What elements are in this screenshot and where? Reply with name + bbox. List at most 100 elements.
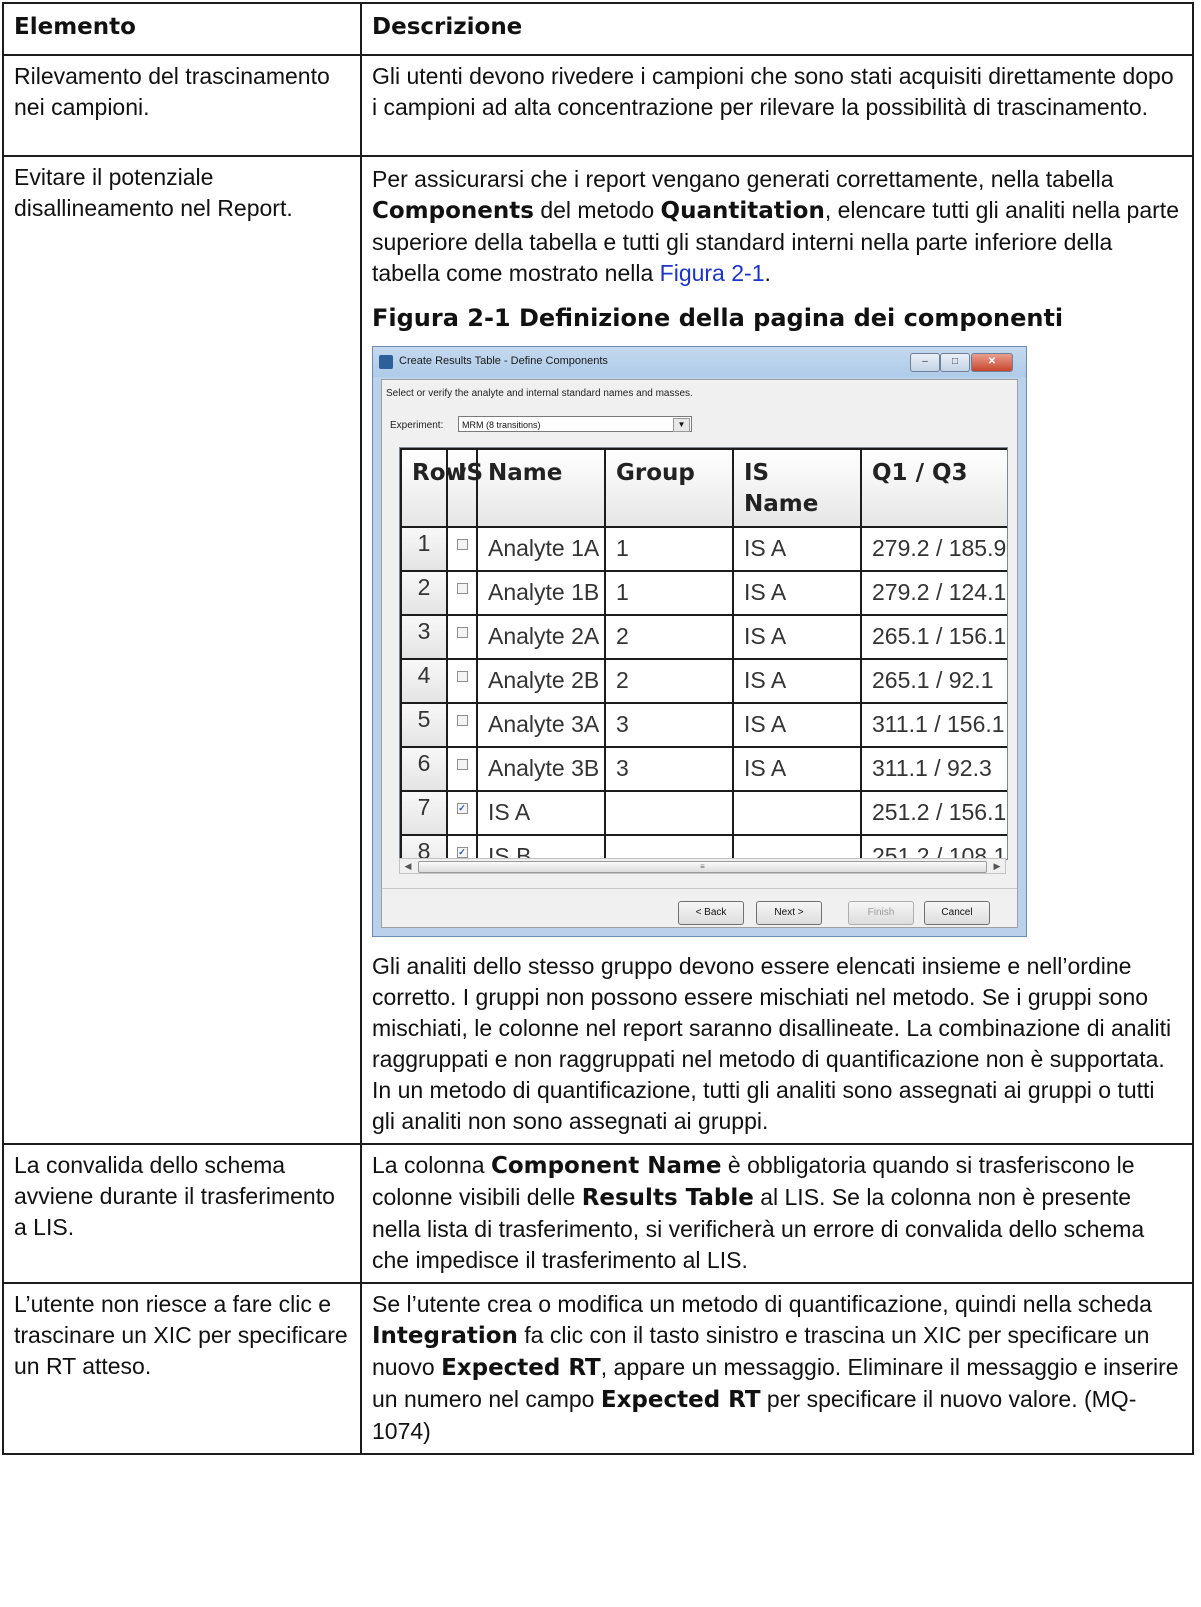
- row-number-cell[interactable]: 2: [400, 570, 448, 616]
- checkbox-checked-icon[interactable]: ✓: [456, 803, 468, 815]
- q-cell[interactable]: 279.2 / 124.1: [860, 570, 1007, 616]
- group-cell[interactable]: [604, 834, 734, 859]
- group-cell[interactable]: 1: [604, 570, 734, 616]
- q-cell[interactable]: 251.2 / 156.1: [860, 790, 1007, 836]
- table-row[interactable]: 1 Analyte 1A 1 IS A 279.2 / 185.9: [400, 526, 1007, 572]
- name-cell[interactable]: IS A: [476, 790, 606, 836]
- figure-link[interactable]: Figura 2-1: [660, 260, 765, 286]
- dialog-title: Create Results Table - Define Components: [399, 355, 608, 367]
- name-cell[interactable]: Analyte 3B: [476, 746, 606, 792]
- checkbox-unchecked-icon[interactable]: [456, 583, 468, 595]
- scroll-left-icon[interactable]: ◀: [402, 860, 414, 872]
- is-checkbox-cell[interactable]: [446, 526, 478, 572]
- row-number-cell[interactable]: 6: [400, 746, 448, 792]
- checkbox-unchecked-icon[interactable]: [456, 627, 468, 639]
- is-name-cell[interactable]: IS A: [732, 526, 862, 572]
- keyword-components: Components: [372, 198, 534, 224]
- is-checkbox-cell[interactable]: ✓: [446, 790, 478, 836]
- q-cell[interactable]: 251.2 / 108.1: [860, 834, 1007, 859]
- maximize-icon[interactable]: □: [940, 353, 970, 372]
- table-row: Rilevamento del trascinamento nei campio…: [2, 54, 1194, 157]
- finish-button[interactable]: Finish: [848, 901, 914, 925]
- col-is-name[interactable]: IS Name: [732, 448, 862, 528]
- col-q1-q3[interactable]: Q1 / Q3: [860, 448, 1007, 528]
- experiment-select[interactable]: MRM (8 transitions) ▼: [458, 416, 692, 432]
- name-cell[interactable]: Analyte 3A: [476, 702, 606, 748]
- q-cell[interactable]: 279.2 / 185.9: [860, 526, 1007, 572]
- col-name[interactable]: Name: [476, 448, 606, 528]
- col-row[interactable]: Row: [400, 448, 467, 528]
- row-number-cell[interactable]: 5: [400, 702, 448, 748]
- is-name-cell[interactable]: IS A: [732, 702, 862, 748]
- table-row[interactable]: 2 Analyte 1B 1 IS A 279.2 / 124.1: [400, 570, 1007, 616]
- name-cell[interactable]: Analyte 2A: [476, 614, 606, 660]
- is-name-cell[interactable]: IS A: [732, 570, 862, 616]
- q-cell[interactable]: 311.1 / 156.1: [860, 702, 1007, 748]
- table-row[interactable]: 3 Analyte 2A 2 IS A 265.1 / 156.1: [400, 614, 1007, 660]
- is-checkbox-cell[interactable]: ✓: [446, 834, 478, 859]
- is-name-cell[interactable]: IS A: [732, 746, 862, 792]
- cell-elemento: Evitare il potenziale disallineamento ne…: [2, 155, 362, 1145]
- checkbox-checked-icon[interactable]: ✓: [456, 847, 468, 859]
- cell-elemento: Rilevamento del trascinamento nei campio…: [2, 54, 362, 157]
- checkbox-unchecked-icon[interactable]: [456, 715, 468, 727]
- row-number-cell[interactable]: 7: [400, 790, 448, 836]
- keyword-component-name: Component Name: [490, 1153, 722, 1179]
- cell-elemento: La convalida dello schema avviene durant…: [2, 1143, 362, 1284]
- checkbox-unchecked-icon[interactable]: [456, 759, 468, 771]
- next-button[interactable]: Next >: [756, 901, 822, 925]
- group-cell[interactable]: 1: [604, 526, 734, 572]
- group-cell[interactable]: [604, 790, 734, 836]
- dialog-body: Select or verify the analyte and interna…: [381, 379, 1018, 928]
- text-run: La colonna: [372, 1152, 491, 1178]
- is-checkbox-cell[interactable]: [446, 746, 478, 792]
- cancel-button[interactable]: Cancel: [924, 901, 990, 925]
- checkbox-unchecked-icon[interactable]: [456, 539, 468, 551]
- horizontal-scrollbar[interactable]: ◀ ≡ ▶: [399, 858, 1006, 874]
- row-number-cell[interactable]: 8: [400, 834, 448, 859]
- name-cell[interactable]: Analyte 1B: [476, 570, 606, 616]
- is-name-cell[interactable]: [732, 790, 862, 836]
- keyword-expected-rt: Expected RT: [441, 1355, 601, 1381]
- is-checkbox-cell[interactable]: [446, 658, 478, 704]
- q-cell[interactable]: 265.1 / 156.1: [860, 614, 1007, 660]
- back-button[interactable]: < Back: [678, 901, 744, 925]
- is-checkbox-cell[interactable]: [446, 614, 478, 660]
- cell-descrizione: Per assicurarsi che i report vengano gen…: [360, 155, 1194, 1145]
- minimize-icon[interactable]: –: [910, 353, 940, 372]
- row-number-cell[interactable]: 1: [400, 526, 448, 572]
- is-name-cell[interactable]: IS A: [732, 658, 862, 704]
- q-cell[interactable]: 311.1 / 92.3: [860, 746, 1007, 792]
- is-checkbox-cell[interactable]: [446, 570, 478, 616]
- q-cell[interactable]: 265.1 / 92.1: [860, 658, 1007, 704]
- chevron-down-icon[interactable]: ▼: [673, 418, 690, 432]
- name-cell[interactable]: Analyte 2B: [476, 658, 606, 704]
- table-row[interactable]: 5 Analyte 3A 3 IS A 311.1 / 156.1: [400, 702, 1007, 748]
- scrollbar-thumb[interactable]: ≡: [418, 861, 987, 873]
- text-run: del metodo: [533, 197, 661, 223]
- dialog-separator: [382, 888, 1017, 889]
- table-row[interactable]: 6 Analyte 3B 3 IS A 311.1 / 92.3: [400, 746, 1007, 792]
- cell-descrizione: Se l’utente crea o modifica un metodo di…: [360, 1282, 1194, 1455]
- group-cell[interactable]: 3: [604, 702, 734, 748]
- col-group[interactable]: Group: [604, 448, 734, 528]
- table-row[interactable]: 4 Analyte 2B 2 IS A 265.1 / 92.1: [400, 658, 1007, 704]
- scroll-right-icon[interactable]: ▶: [991, 860, 1003, 872]
- group-cell[interactable]: 2: [604, 658, 734, 704]
- checkbox-unchecked-icon[interactable]: [456, 671, 468, 683]
- is-name-cell[interactable]: IS A: [732, 614, 862, 660]
- header-descrizione: Descrizione: [360, 2, 1194, 56]
- group-cell[interactable]: 3: [604, 746, 734, 792]
- row-number-cell[interactable]: 4: [400, 658, 448, 704]
- table-row[interactable]: 7 ✓ IS A 251.2 / 156.1: [400, 790, 1007, 836]
- table-row: La convalida dello schema avviene durant…: [2, 1143, 1194, 1284]
- row-number-cell[interactable]: 3: [400, 614, 448, 660]
- is-name-cell[interactable]: [732, 834, 862, 859]
- name-cell[interactable]: Analyte 1A: [476, 526, 606, 572]
- table-row[interactable]: 8 ✓ IS B 251.2 / 108.1: [400, 834, 1007, 859]
- experiment-select-value: MRM (8 transitions): [462, 420, 541, 430]
- close-icon[interactable]: ✕: [971, 353, 1013, 372]
- group-cell[interactable]: 2: [604, 614, 734, 660]
- name-cell[interactable]: IS B: [476, 834, 606, 859]
- is-checkbox-cell[interactable]: [446, 702, 478, 748]
